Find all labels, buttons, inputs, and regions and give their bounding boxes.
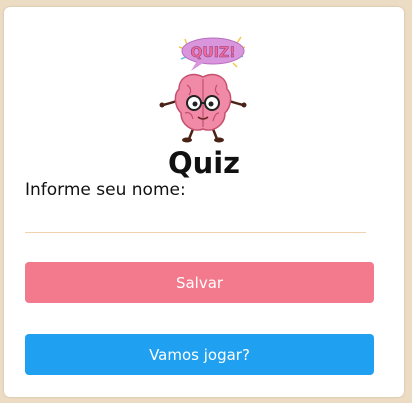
- play-button[interactable]: Vamos jogar?: [25, 334, 374, 375]
- brain-mascot-icon: QUIZ!: [159, 36, 247, 143]
- brain-mascot-logo: QUIZ!: [155, 33, 251, 143]
- save-button[interactable]: Salvar: [25, 262, 374, 303]
- quiz-card: QUIZ! Quiz Informe seu nome: Salvar Vamo…: [4, 7, 404, 397]
- name-label: Informe seu nome:: [25, 180, 186, 200]
- name-input[interactable]: [25, 210, 366, 233]
- quiz-badge-text: QUIZ!: [190, 45, 235, 61]
- page-title: Quiz: [167, 146, 241, 180]
